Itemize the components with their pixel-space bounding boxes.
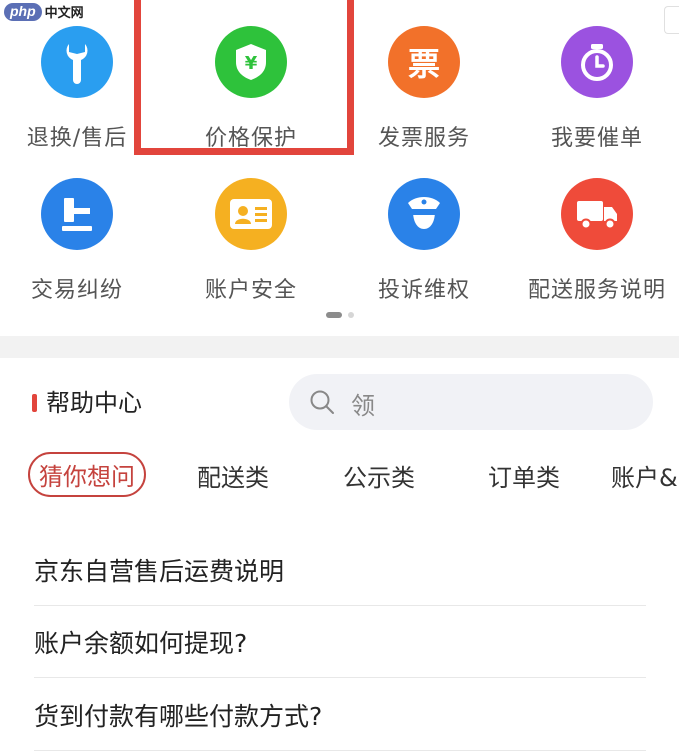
- list-item[interactable]: 京东自营售后运费说明: [34, 552, 646, 606]
- service-urge-order[interactable]: 我要催单: [512, 26, 679, 152]
- invoice-icon: 票: [388, 26, 460, 98]
- tab-delivery[interactable]: 配送类: [197, 458, 269, 493]
- service-label: 退换/售后: [26, 126, 128, 151]
- help-center-title: 帮助中心: [46, 389, 142, 417]
- service-label: 账户安全: [204, 278, 297, 303]
- service-label: 投诉维权: [377, 278, 470, 303]
- service-grid: 退换/售后 ¥ 价格保护 票 发票服务 我要催单 交易纠纷 账户安全 投诉维权 …: [0, 0, 679, 330]
- service-account-security[interactable]: 账户安全: [166, 178, 336, 304]
- tab-announcement[interactable]: 公示类: [343, 458, 415, 493]
- list-item[interactable]: 账户余额如何提现?: [34, 624, 646, 678]
- divider: [34, 605, 646, 606]
- wrench-icon: [41, 26, 113, 98]
- tab-guess[interactable]: 猜你想问: [28, 452, 146, 497]
- service-label: 价格保护: [204, 126, 297, 151]
- invoice-glyph: 票: [407, 45, 440, 83]
- faq-text: 京东自营售后运费说明: [34, 557, 285, 586]
- page-dot: [347, 312, 354, 318]
- faq-text: 账户余额如何提现?: [34, 629, 248, 658]
- service-invoice[interactable]: 票 发票服务: [339, 26, 509, 152]
- service-label: 配送服务说明: [527, 278, 666, 303]
- watermark-logo: php: [4, 2, 42, 21]
- tab-account[interactable]: 账户&: [611, 458, 678, 493]
- truck-icon: [561, 178, 633, 250]
- tab-order[interactable]: 订单类: [488, 458, 560, 493]
- page-indicator: [0, 312, 679, 318]
- service-return-aftersale[interactable]: 退换/售后: [0, 26, 162, 152]
- section-separator: [0, 336, 679, 358]
- faq-text: 货到付款有哪些付款方式?: [34, 702, 323, 731]
- police-icon: [388, 178, 460, 250]
- search-input[interactable]: 领: [289, 374, 653, 430]
- category-tabs: 猜你想问 配送类 公示类 订单类 账户&: [0, 446, 679, 506]
- gavel-icon: [41, 178, 113, 250]
- service-label: 发票服务: [377, 126, 470, 151]
- svg-text:¥: ¥: [245, 53, 258, 74]
- timer-icon: [561, 26, 633, 98]
- id-card-icon: [215, 178, 287, 250]
- section-marker: [32, 394, 37, 412]
- service-price-protection[interactable]: ¥ 价格保护: [166, 26, 336, 152]
- service-complaint[interactable]: 投诉维权: [339, 178, 509, 304]
- watermark: php 中文网: [4, 2, 84, 21]
- watermark-text: 中文网: [44, 6, 84, 21]
- service-label: 交易纠纷: [30, 278, 123, 303]
- search-icon: [309, 389, 335, 419]
- page-dot-active: [325, 312, 342, 318]
- service-label: 我要催单: [550, 126, 643, 151]
- service-dispute[interactable]: 交易纠纷: [0, 178, 162, 304]
- service-delivery-info[interactable]: 配送服务说明: [512, 178, 679, 304]
- list-item[interactable]: 货到付款有哪些付款方式?: [34, 697, 646, 751]
- search-placeholder: 领: [351, 392, 375, 420]
- divider: [34, 750, 646, 751]
- divider: [34, 677, 646, 678]
- shield-yen-icon: ¥: [215, 26, 287, 98]
